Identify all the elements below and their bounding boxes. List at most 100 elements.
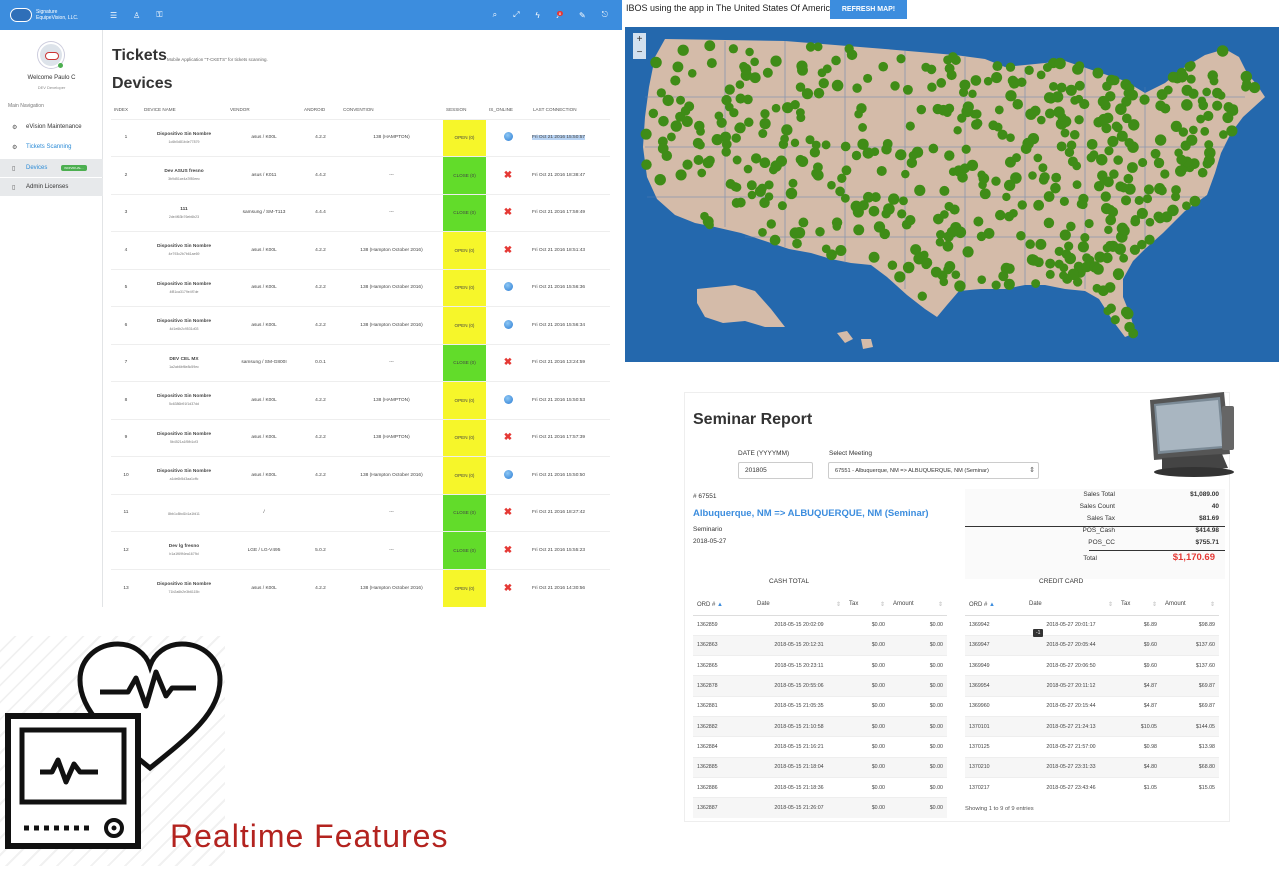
device-marker[interactable] [1082,253,1092,263]
column-header[interactable]: Date ⇕ [1025,595,1117,616]
device-marker[interactable] [879,228,890,240]
sidebar-item-tickets-scanning[interactable]: ⚙ Tickets Scanning [0,138,103,156]
device-marker[interactable] [835,244,847,257]
table-row[interactable]: 1362882 2018-05-15 21:10:58 $0.00 $0.00 [693,715,947,737]
table-row[interactable]: 1 Dispositivo Sin Nombre 1c6b0d81b4e77879 a… [111,118,610,157]
device-marker[interactable] [949,204,960,215]
device-marker[interactable] [797,155,809,167]
device-marker[interactable] [1053,106,1065,118]
device-marker[interactable] [1031,279,1041,288]
device-marker[interactable] [1064,147,1075,158]
device-marker[interactable] [721,94,732,106]
device-marker[interactable] [760,109,770,119]
table-row[interactable]: 2 Dev ASUS fresno 3b9d51ce4a7f80eec asus / … [111,156,610,194]
device-marker[interactable] [681,115,693,127]
device-marker[interactable] [1017,200,1027,210]
device-marker[interactable] [700,211,709,221]
device-marker[interactable] [902,261,915,274]
device-marker[interactable] [1005,62,1016,72]
column-header[interactable]: INDEX [111,101,141,119]
sidebar-item-devices[interactable]: ▯ Devices INDIVIDUAL... [0,159,103,177]
device-marker[interactable] [1066,221,1076,232]
column-header[interactable]: SESSION [443,101,486,119]
device-marker[interactable] [822,64,832,74]
bell-icon[interactable]: ♪8 [556,10,563,20]
device-marker[interactable] [815,227,825,237]
device-marker[interactable] [905,214,916,226]
device-marker[interactable] [780,134,789,144]
device-marker[interactable] [994,105,1004,115]
device-marker[interactable] [946,226,958,238]
device-marker[interactable] [971,119,982,130]
device-marker[interactable] [680,106,691,116]
device-marker[interactable] [682,159,693,170]
device-marker[interactable] [906,157,918,169]
device-marker[interactable] [667,132,676,142]
device-marker[interactable] [1222,112,1234,124]
device-marker[interactable] [693,155,704,165]
device-marker[interactable] [928,143,939,154]
column-header[interactable]: Date ⇕ [753,595,845,616]
table-row[interactable]: 8 Dispositivo Sin Nombre 5c6386b91f1d37dd a… [111,381,610,419]
device-marker[interactable] [1054,246,1064,256]
device-marker[interactable] [1036,70,1046,80]
device-marker[interactable] [1033,153,1043,163]
device-marker[interactable] [944,150,955,161]
device-marker[interactable] [648,108,659,119]
device-marker[interactable] [1212,100,1223,111]
column-header[interactable]: LAST CONNECTION [530,101,610,119]
bolt-icon[interactable]: ϟ [536,11,540,20]
device-marker[interactable] [1104,146,1114,156]
device-marker[interactable] [1127,141,1139,153]
device-marker[interactable] [927,82,937,92]
device-marker[interactable] [1142,194,1153,204]
device-marker[interactable] [650,56,662,69]
device-marker[interactable] [1113,155,1123,165]
device-marker[interactable] [1003,179,1016,192]
device-marker[interactable] [790,138,800,148]
device-marker[interactable] [863,73,873,83]
device-marker[interactable] [1035,238,1047,250]
device-marker[interactable] [1096,154,1108,166]
device-marker[interactable] [1198,100,1209,111]
device-marker[interactable] [640,128,652,140]
sidebar-item-admin-licenses[interactable]: ▯ Admin Licenses [0,178,103,196]
device-marker[interactable] [827,180,836,190]
device-marker[interactable] [997,129,1008,140]
device-marker[interactable] [1127,89,1138,101]
device-marker[interactable] [687,69,697,78]
device-marker[interactable] [853,224,865,236]
device-marker[interactable] [1111,121,1122,131]
device-marker[interactable] [1128,119,1140,131]
column-header[interactable]: ANDROID [301,101,340,119]
table-row[interactable]: 1362863 2018-05-15 20:12:31 $0.00 $0.00 [693,634,947,656]
device-marker[interactable] [1020,143,1032,154]
device-marker[interactable] [841,165,852,176]
device-marker[interactable] [805,135,815,145]
table-row[interactable]: 13 Dispositivo Sin Nombre 71b2a6b2e3b6115b… [111,568,610,607]
device-marker[interactable] [1209,76,1219,86]
device-marker[interactable] [1150,148,1161,159]
column-header[interactable]: ORD # ▲ [693,595,753,616]
device-marker[interactable] [1178,127,1189,137]
device-marker[interactable] [1200,126,1210,136]
device-marker[interactable] [840,141,851,152]
device-marker[interactable] [1056,82,1067,93]
device-marker[interactable] [1219,130,1228,139]
column-header[interactable]: Amount ⇕ [1161,595,1219,616]
device-marker[interactable] [657,143,669,154]
device-marker[interactable] [758,228,767,237]
table-row[interactable]: 1370125 2018-05-27 21:57:00 $0.98 $13.98 [965,736,1219,758]
table-row[interactable]: 1362881 2018-05-15 21:05:35 $0.00 $0.00 [693,695,947,717]
device-marker[interactable] [670,120,682,132]
table-row[interactable]: 12 Dev lg fresno b1a1f69f4ea1679d LGE / LG-… [111,531,610,569]
device-marker[interactable] [991,280,1001,290]
device-marker[interactable] [991,72,1003,84]
device-marker[interactable] [1036,115,1046,125]
table-row[interactable]: 1362865 2018-05-15 20:23:11 $0.00 $0.00 [693,655,947,676]
device-marker[interactable] [1065,84,1077,96]
device-marker[interactable] [675,169,687,181]
device-marker[interactable] [930,266,942,278]
device-marker[interactable] [916,104,927,115]
device-marker[interactable] [809,147,821,158]
